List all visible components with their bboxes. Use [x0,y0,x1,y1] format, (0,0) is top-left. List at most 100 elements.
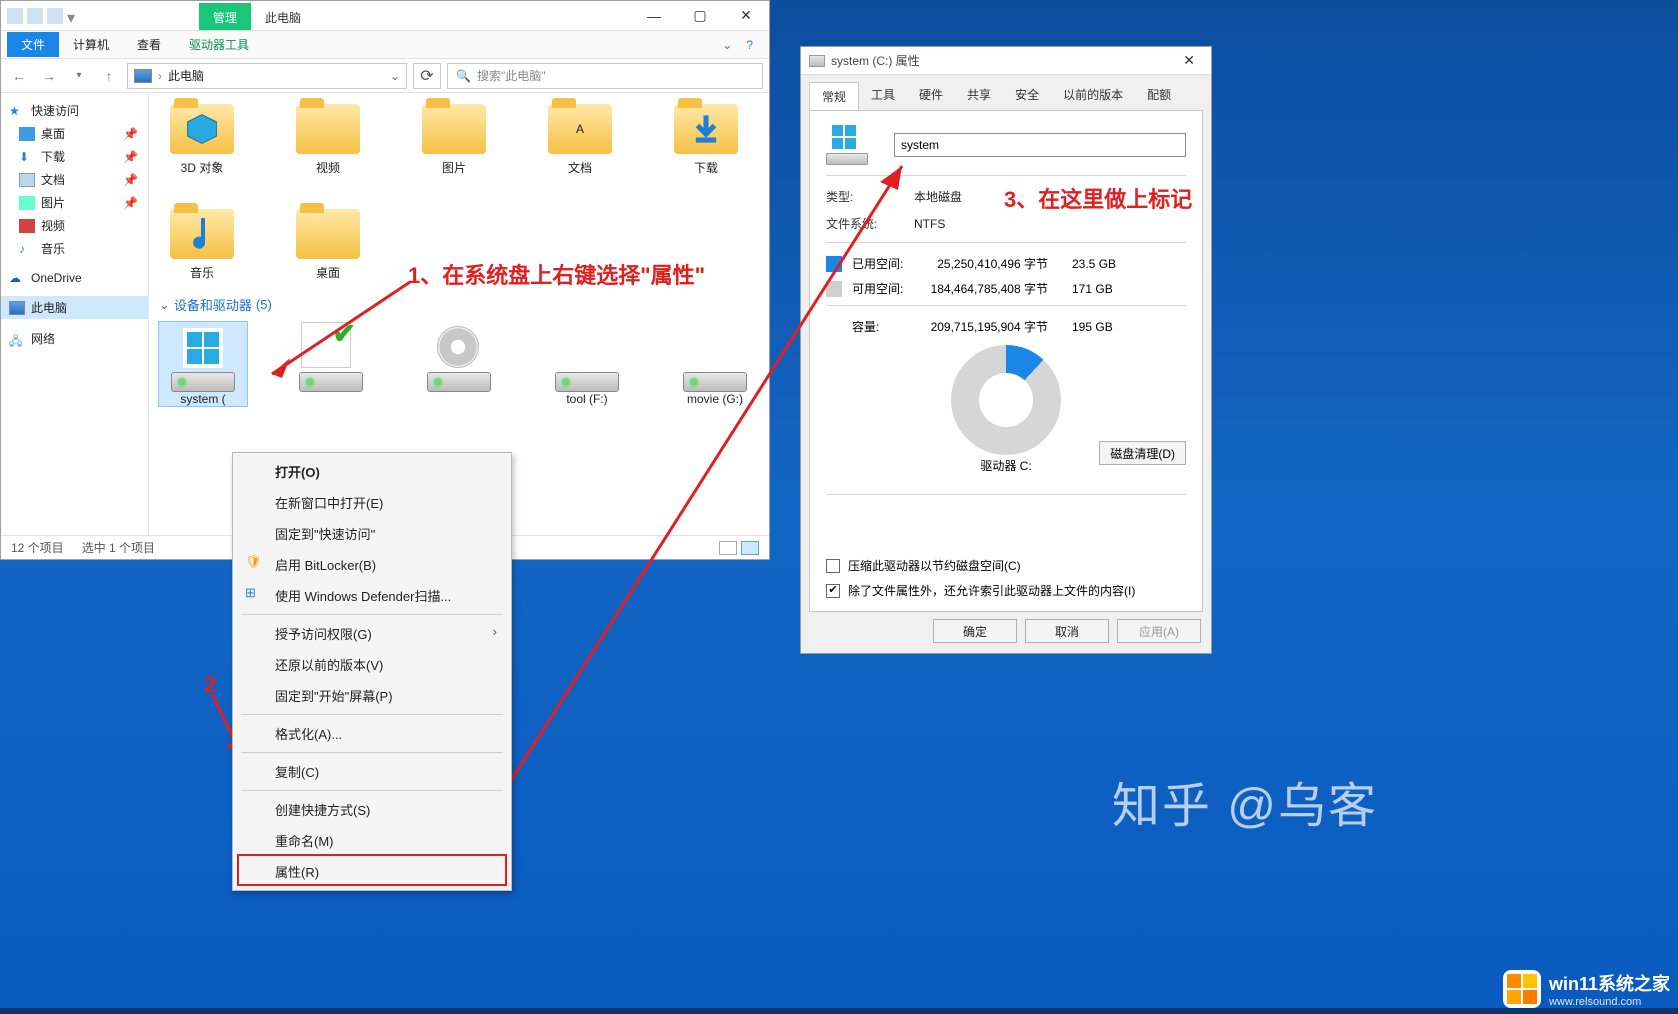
drive-system-c[interactable]: system ( [159,322,247,406]
filesystem-value: NTFS [914,217,945,231]
ctx-bitlocker[interactable]: 🛡启用 BitLocker(B) [235,549,509,580]
ribbon-tabs: 文件 计算机 查看 驱动器工具 ⌄? [1,31,769,59]
ribbon-tab-computer[interactable]: 计算机 [59,32,123,57]
ctx-open-new-window[interactable]: 在新窗口中打开(E) [235,487,509,518]
ribbon-context-tab-manage[interactable]: 管理 [199,3,251,30]
view-large-icon[interactable] [741,541,759,555]
ctx-pin-start[interactable]: 固定到"开始"屏幕(P) [235,680,509,711]
sidebar-this-pc[interactable]: 此电脑 [1,296,148,319]
sidebar-download[interactable]: ⬇下载📌 [1,145,148,168]
ctx-properties[interactable]: 属性(R) [235,856,509,887]
titlebar[interactable]: ▾ 管理 此电脑 — ▢ ✕ [1,1,769,31]
apply-button[interactable]: 应用(A) [1117,619,1201,643]
sidebar-desktop[interactable]: 桌面📌 [1,122,148,145]
used-gb: 23.5 GB [1072,257,1132,271]
maximize-button[interactable]: ▢ [677,1,723,31]
tab-hardware[interactable]: 硬件 [907,81,955,110]
disk-cleanup-button[interactable]: 磁盘清理(D) [1099,441,1186,465]
sidebar-onedrive[interactable]: ☁OneDrive [1,268,148,288]
window-title: 此电脑 [251,3,315,30]
sidebar-quick-access[interactable]: ★快速访问 [1,99,148,122]
section-devices-drives[interactable]: ⌄ 设备和驱动器 (5) [159,295,759,314]
properties-title: system (C:) 属性 [831,52,920,69]
address-crumb[interactable]: 此电脑 [168,67,204,84]
ctx-grant-access[interactable]: 授予访问权限(G)› [235,618,509,649]
submenu-arrow-icon: › [493,624,497,639]
volume-label-input[interactable] [894,133,1186,157]
capacity-bytes: 209,715,195,904 字节 [922,318,1072,335]
ctx-open[interactable]: 打开(O) [235,456,509,487]
drive-movie-g[interactable]: movie (G:) [671,322,759,406]
ribbon-tab-view[interactable]: 查看 [123,32,175,57]
shield-icon: 🛡 [245,554,263,572]
ctx-rename[interactable]: 重命名(M) [235,825,509,856]
ribbon-tab-drive-tools[interactable]: 驱动器工具 [175,32,263,57]
search-input[interactable]: 🔍 搜索"此电脑" [447,63,763,89]
free-gb: 171 GB [1072,282,1132,296]
drive-icon [809,55,825,67]
minimize-button[interactable]: — [631,1,677,31]
ctx-create-shortcut[interactable]: 创建快捷方式(S) [235,794,509,825]
address-bar-row: ← → ▾ ↑ › 此电脑 ⌄ ⟳ 🔍 搜索"此电脑" [1,59,769,93]
folder-download[interactable]: 下载 [663,99,749,176]
ctx-format[interactable]: 格式化(A)... [235,718,509,749]
folder-desktop[interactable]: 桌面 [285,204,371,281]
cancel-button[interactable]: 取消 [1025,619,1109,643]
help-icon[interactable]: ? [746,38,753,52]
ctx-copy[interactable]: 复制(C) [235,756,509,787]
tab-sharing[interactable]: 共享 [955,81,1003,110]
sidebar-documents[interactable]: 文档📌 [1,168,148,191]
drive-dvd[interactable]: x [415,322,503,406]
taskbar[interactable] [0,1008,1678,1014]
properties-tabs: 常规 工具 硬件 共享 安全 以前的版本 配额 [801,75,1211,110]
filesystem-label: 文件系统: [826,215,914,232]
type-value: 本地磁盘 [914,188,962,205]
nav-forward-button[interactable]: → [37,64,61,88]
capacity-gb: 195 GB [1072,320,1132,334]
capacity-label: 容量: [852,318,922,335]
refresh-button[interactable]: ⟳ [413,63,441,89]
tab-previous-versions[interactable]: 以前的版本 [1051,81,1135,110]
ribbon-expand-icon[interactable]: ⌄ [722,38,732,52]
address-bar[interactable]: › 此电脑 ⌄ [127,63,407,89]
compress-checkbox[interactable] [826,559,840,573]
index-checkbox[interactable] [826,584,840,598]
sidebar-network[interactable]: 🖧网络 [1,327,148,350]
watermark-site: win11系统之家www.relsound.com [1503,970,1670,1008]
folder-pictures[interactable]: 图片 [411,99,497,176]
folder-music[interactable]: 音乐 [159,204,245,281]
tab-security[interactable]: 安全 [1003,81,1051,110]
usage-pie-chart [951,345,1061,455]
drive-soft[interactable]: x [287,322,375,406]
ctx-restore-previous[interactable]: 还原以前的版本(V) [235,649,509,680]
sidebar-videos[interactable]: 视频 [1,214,148,237]
used-bytes: 25,250,410,496 字节 [922,255,1072,272]
ctx-pin-quick-access[interactable]: 固定到"快速访问" [235,518,509,549]
folder-3d-objects[interactable]: 3D 对象 [159,99,245,176]
nav-back-button[interactable]: ← [7,64,31,88]
ribbon-tab-file[interactable]: 文件 [7,32,59,57]
quick-access-toolbar[interactable]: ▾ [1,8,79,24]
ok-button[interactable]: 确定 [933,619,1017,643]
index-label: 除了文件属性外，还允许索引此驱动器上文件的内容(I) [848,582,1135,599]
nav-history-button[interactable]: ▾ [67,64,91,88]
address-dropdown-icon[interactable]: ⌄ [390,69,400,83]
view-details-icon[interactable] [719,541,737,555]
defender-icon: ⊞ [245,585,263,603]
properties-dialog: system (C:) 属性 ✕ 常规 工具 硬件 共享 安全 以前的版本 配额… [800,46,1212,654]
tab-quota[interactable]: 配额 [1135,81,1183,110]
folder-videos[interactable]: 视频 [285,99,371,176]
drive-tool-f[interactable]: tool (F:) [543,322,631,406]
search-icon: 🔍 [456,69,471,83]
tab-tools[interactable]: 工具 [859,81,907,110]
nav-up-button[interactable]: ↑ [97,64,121,88]
properties-titlebar[interactable]: system (C:) 属性 ✕ [801,47,1211,75]
ctx-defender-scan[interactable]: ⊞使用 Windows Defender扫描... [235,580,509,611]
folder-documents[interactable]: A文档 [537,99,623,176]
free-bytes: 184,464,785,408 字节 [922,280,1072,297]
tab-general[interactable]: 常规 [809,82,859,111]
properties-close-button[interactable]: ✕ [1175,52,1203,69]
close-button[interactable]: ✕ [723,1,769,31]
sidebar-pictures[interactable]: 图片📌 [1,191,148,214]
sidebar-music[interactable]: ♪音乐 [1,237,148,260]
